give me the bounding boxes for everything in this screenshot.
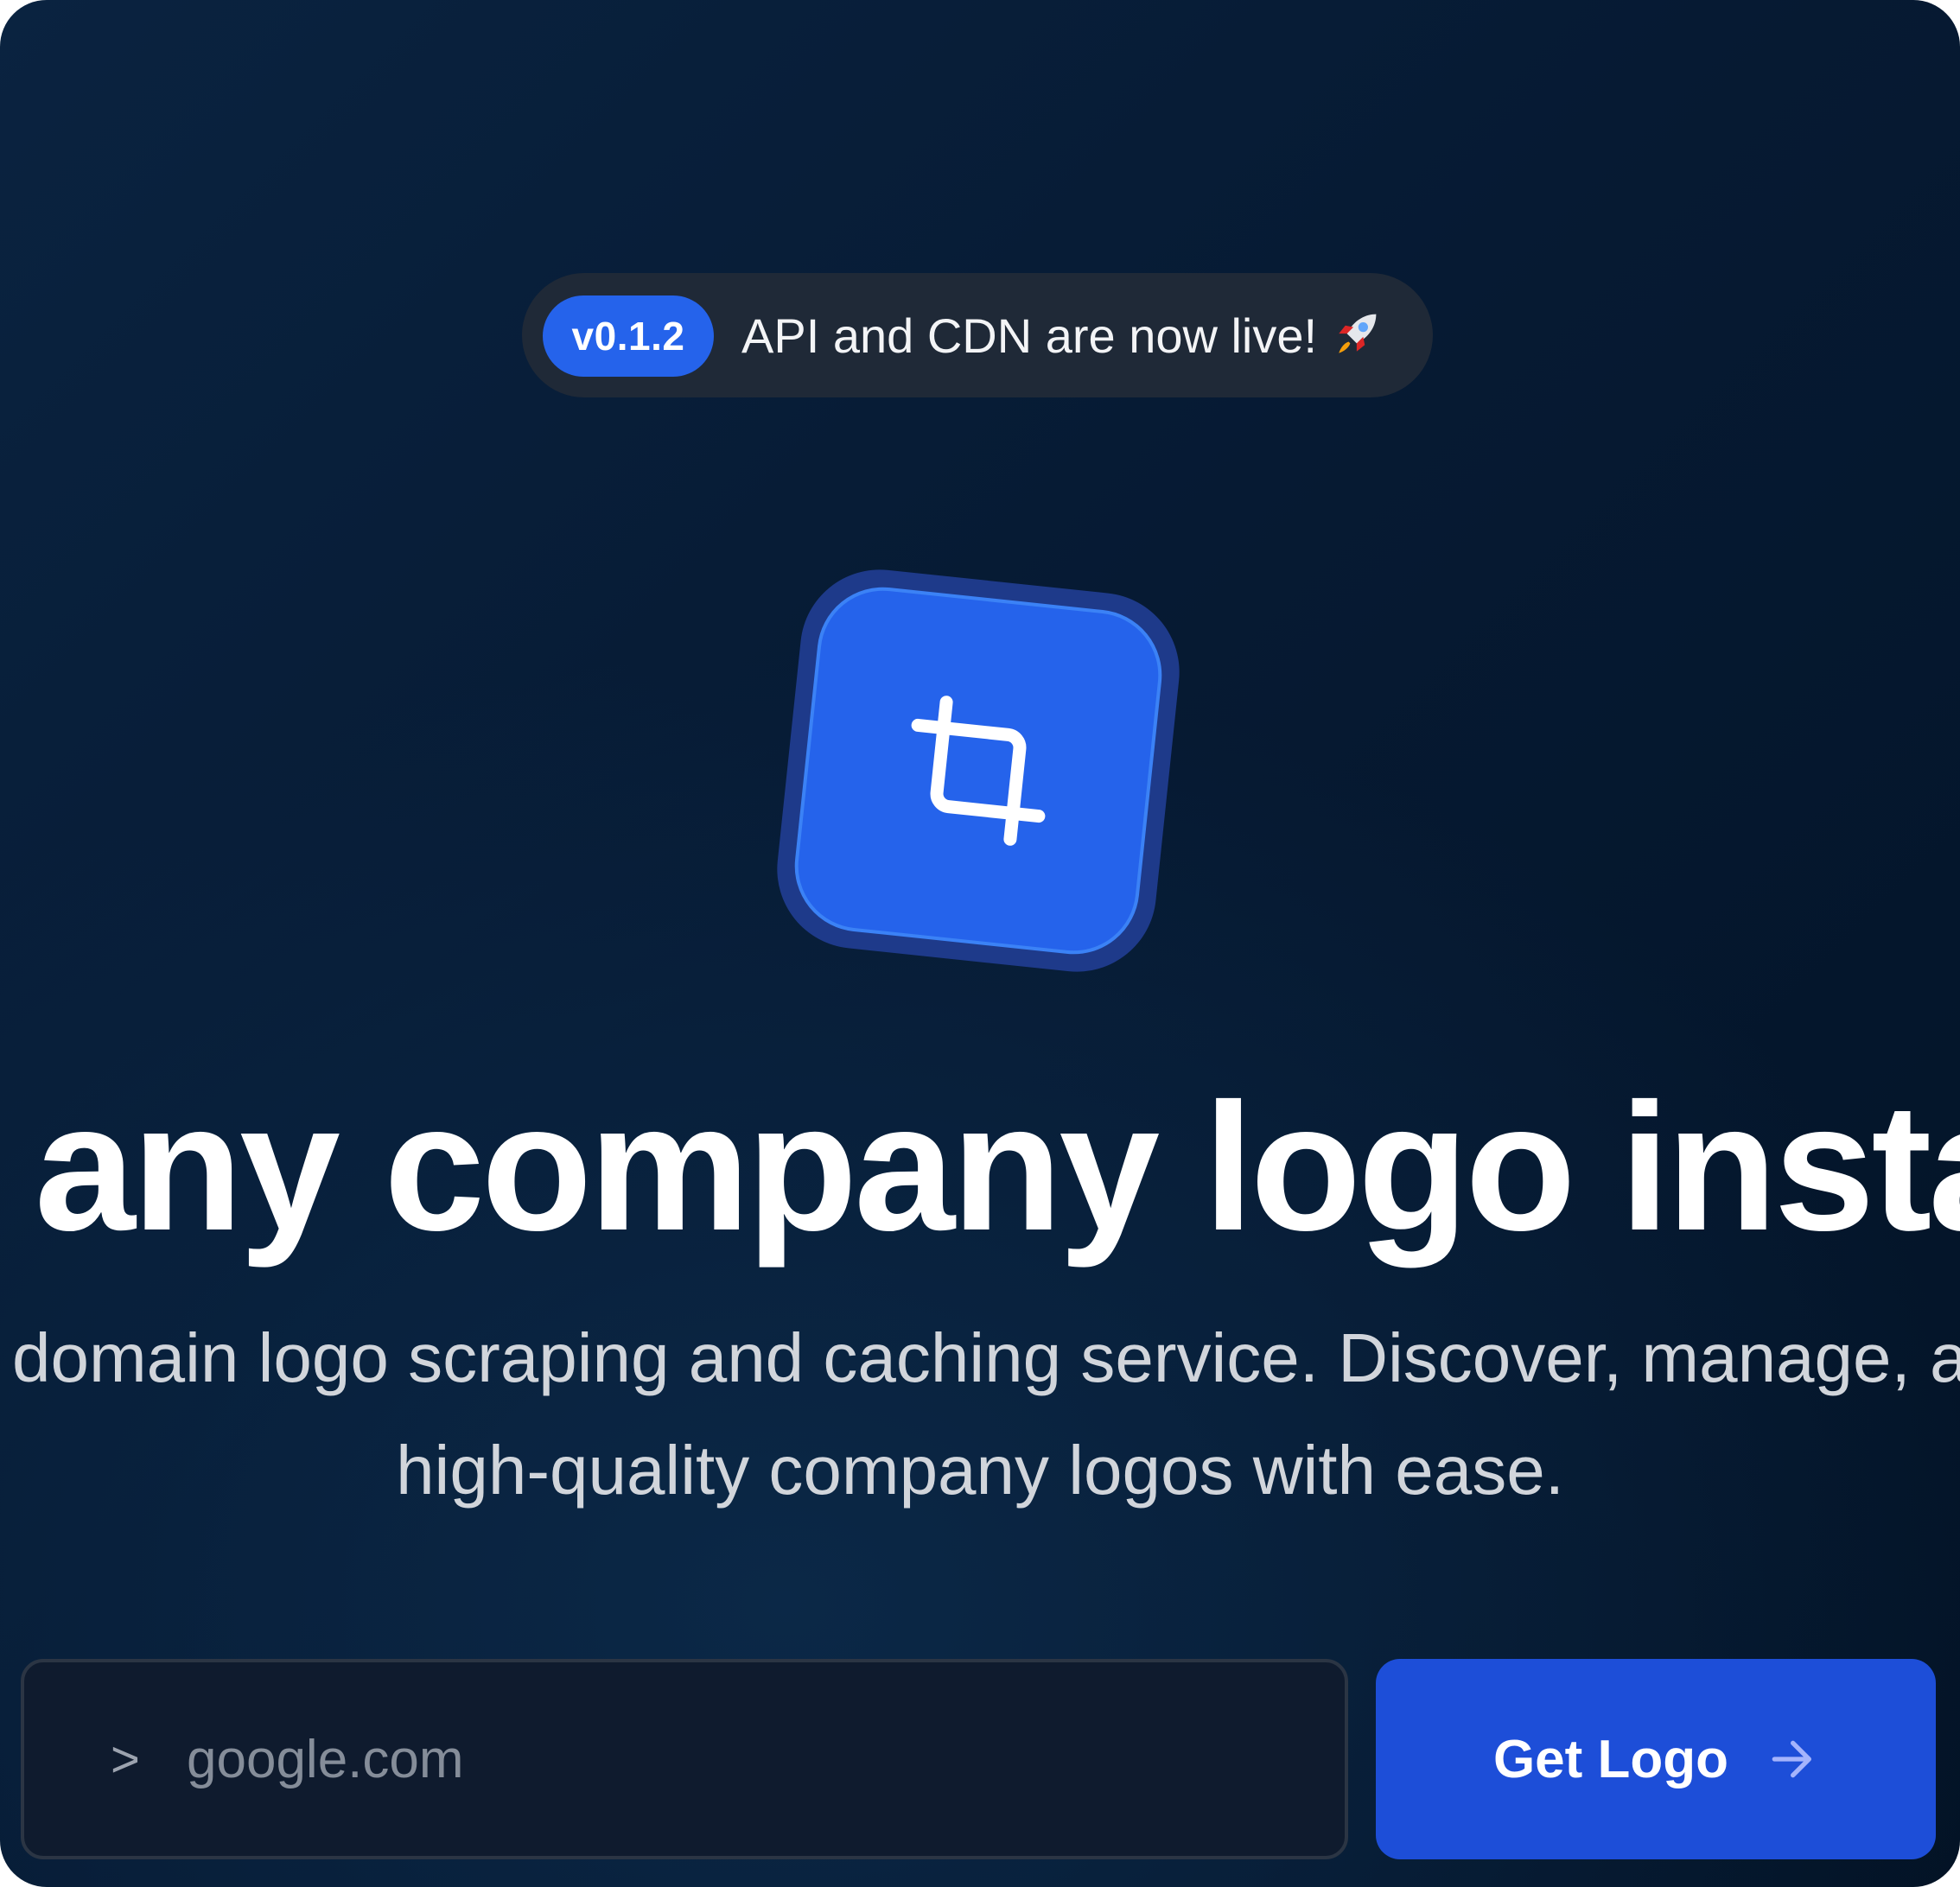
arrow-right-icon xyxy=(1772,1740,1812,1778)
app-logo xyxy=(769,562,1187,980)
version-badge: v0.1.2 xyxy=(543,295,714,377)
app-logo-inner xyxy=(788,581,1168,961)
hero-headline: any company logo instar xyxy=(35,1065,1960,1268)
get-logo-label: Get Logo xyxy=(1492,1729,1729,1789)
hero-subtitle-line-2: high-quality company logos with ease. xyxy=(396,1432,1564,1509)
rocket-icon xyxy=(1339,314,1377,353)
prompt-chevron-icon: > xyxy=(111,1731,140,1788)
hero-subtitle-line-1: domain logo scraping and caching service… xyxy=(12,1319,1960,1396)
get-logo-button[interactable]: Get Logo xyxy=(1376,1659,1936,1859)
announcement-text-wrap: API and CDN are now live! xyxy=(741,273,1381,397)
domain-search-box[interactable]: > xyxy=(21,1659,1348,1859)
announcement-text: API and CDN are now live! xyxy=(741,308,1318,363)
app-window: v0.1.2 API and CDN are now live! any com… xyxy=(0,0,1960,1887)
announcement-banner[interactable]: v0.1.2 API and CDN are now live! xyxy=(522,273,1433,397)
crop-icon xyxy=(911,696,1046,846)
domain-input[interactable] xyxy=(185,1662,1308,1856)
